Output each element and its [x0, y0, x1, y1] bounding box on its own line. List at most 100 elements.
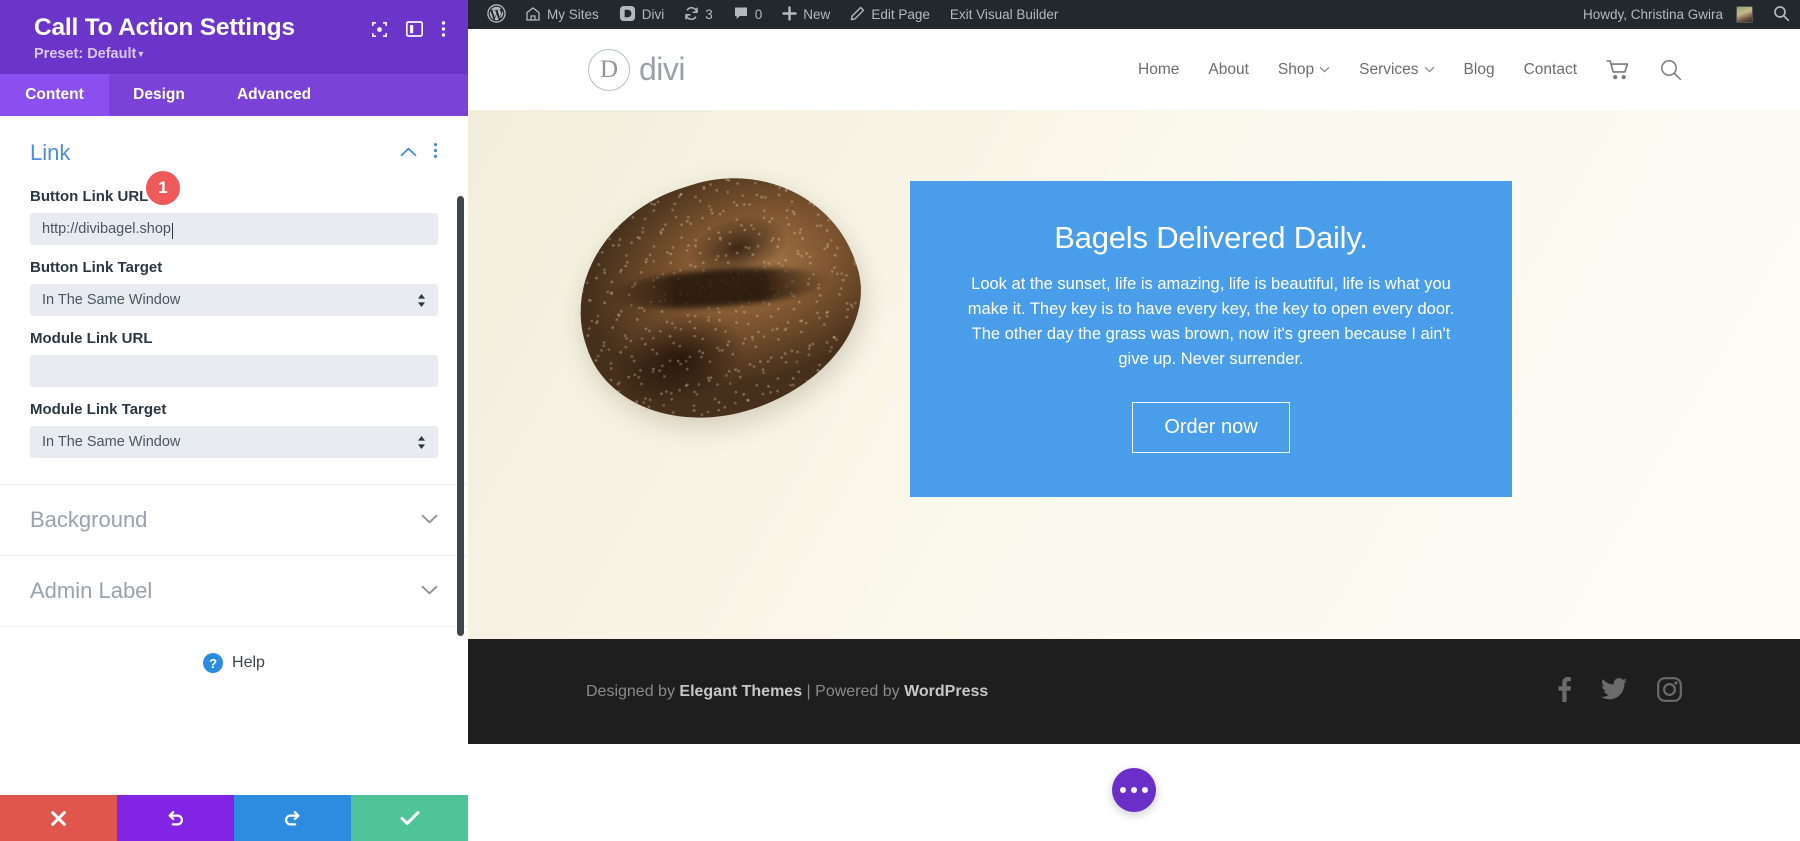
select-module-link-target-value: In The Same Window — [42, 434, 180, 450]
save-button[interactable] — [351, 795, 468, 841]
more-horizontal-icon-dot — [1131, 787, 1137, 793]
search-icon[interactable] — [1660, 59, 1682, 81]
admin-bar-exit-visual-builder[interactable]: Exit Visual Builder — [940, 0, 1069, 29]
nav-item-services[interactable]: Services — [1359, 61, 1434, 79]
admin-bar-updates-count: 3 — [705, 7, 713, 22]
site-logo[interactable]: D divi — [588, 49, 685, 91]
wordpress-logo-icon — [487, 4, 506, 26]
preset-selector[interactable]: Preset: Default▼ — [34, 46, 295, 62]
more-vertical-icon[interactable] — [441, 20, 446, 38]
settings-body: Link Button Link URL 1 http://divibagel.… — [0, 116, 468, 795]
admin-bar-new[interactable]: New — [772, 0, 840, 29]
chevron-down-icon — [1424, 66, 1435, 73]
cancel-button[interactable] — [0, 795, 117, 841]
updates-icon — [684, 6, 699, 24]
builder-menu-fab[interactable] — [1112, 768, 1156, 812]
input-module-link-url[interactable] — [30, 355, 438, 387]
chevron-down-icon: ▼ — [136, 49, 145, 59]
site-footer: Designed by Elegant Themes | Powered by … — [468, 639, 1800, 744]
section-title-background: Background — [30, 507, 147, 533]
pencil-icon — [850, 6, 865, 24]
admin-bar-edit-page[interactable]: Edit Page — [840, 0, 940, 29]
input-button-link-url-value: http://divibagel.shop — [42, 221, 171, 237]
divi-logo-mark-icon: D — [588, 49, 630, 91]
more-horizontal-icon-dot — [1142, 787, 1148, 793]
cta-title: Bagels Delivered Daily. — [958, 219, 1464, 256]
nav-item-about[interactable]: About — [1208, 61, 1249, 79]
spinner-up-down-icon — [417, 436, 426, 449]
nav-item-shop-label: Shop — [1278, 61, 1314, 79]
input-button-link-url[interactable]: http://divibagel.shop — [30, 213, 438, 245]
field-button-link-url: Button Link URL 1 http://divibagel.shop — [0, 188, 468, 245]
admin-bar-comments-count: 0 — [755, 7, 763, 22]
facebook-icon[interactable] — [1558, 677, 1571, 707]
chevron-down-icon[interactable] — [421, 511, 438, 529]
admin-bar-updates[interactable]: 3 — [674, 0, 723, 29]
help-button[interactable]: ? Help — [0, 627, 468, 673]
site-logo-text: divi — [639, 51, 685, 88]
instagram-icon[interactable] — [1657, 677, 1682, 707]
chevron-down-icon[interactable] — [421, 582, 438, 600]
tab-content[interactable]: Content — [0, 74, 109, 116]
nav-item-home-label: Home — [1138, 61, 1179, 79]
nav-item-blog[interactable]: Blog — [1464, 61, 1495, 79]
footer-designed-by-link[interactable]: Elegant Themes — [679, 683, 802, 700]
nav-item-shop[interactable]: Shop — [1278, 61, 1330, 79]
footer-separator: | — [802, 683, 815, 700]
site-navigation: Home About Shop Services Blog Contact — [1138, 59, 1800, 81]
footer-powered-by-prefix: Powered by — [815, 683, 904, 700]
bagel-image — [549, 144, 889, 452]
layout-panel-icon[interactable] — [406, 21, 423, 37]
admin-bar-exit-visual-builder-label: Exit Visual Builder — [950, 7, 1059, 22]
nav-item-services-label: Services — [1359, 61, 1418, 79]
settings-action-bar — [0, 795, 468, 841]
admin-bar-divi[interactable]: Divi — [609, 0, 675, 29]
undo-button[interactable] — [117, 795, 234, 841]
admin-bar-comments[interactable]: 0 — [723, 0, 773, 29]
admin-bar-my-sites[interactable]: My Sites — [515, 0, 609, 29]
label-module-link-url: Module Link URL — [30, 330, 153, 347]
admin-bar-divi-label: Divi — [642, 7, 665, 22]
select-module-link-target[interactable]: In The Same Window — [30, 426, 438, 458]
call-to-action-module[interactable]: Bagels Delivered Daily. Look at the suns… — [910, 181, 1512, 497]
nav-item-home[interactable]: Home — [1138, 61, 1179, 79]
admin-bar-right: Howdy, Christina Gwira — [1573, 0, 1800, 29]
wordpress-admin-bar: My Sites Divi 3 0 — [468, 0, 1800, 29]
cart-icon[interactable] — [1606, 59, 1631, 81]
twitter-icon[interactable] — [1601, 678, 1627, 705]
section-more-vertical-icon[interactable] — [433, 142, 438, 164]
section-header-background[interactable]: Background — [0, 485, 468, 555]
cta-order-now-button[interactable]: Order now — [1132, 402, 1289, 453]
visual-builder-screen: Call To Action Settings Preset: Default▼ — [0, 0, 1800, 841]
tab-advanced[interactable]: Advanced — [209, 74, 339, 116]
avatar — [1736, 6, 1753, 23]
admin-bar-account[interactable]: Howdy, Christina Gwira — [1573, 0, 1763, 29]
nav-item-blog-label: Blog — [1464, 61, 1495, 79]
sites-icon — [525, 6, 541, 24]
label-button-link-url: Button Link URL — [30, 188, 148, 205]
footer-designed-by-prefix: Designed by — [586, 683, 679, 700]
focus-icon[interactable] — [371, 21, 388, 38]
page-preview: My Sites Divi 3 0 — [468, 0, 1800, 841]
nav-item-contact-label: Contact — [1524, 61, 1577, 79]
redo-button[interactable] — [234, 795, 351, 841]
select-button-link-target[interactable]: In The Same Window — [30, 284, 438, 316]
label-button-link-target: Button Link Target — [30, 259, 162, 276]
section-title-admin-label: Admin Label — [30, 578, 152, 604]
section-header-admin-label[interactable]: Admin Label — [0, 556, 468, 626]
admin-bar-wordpress-logo[interactable] — [478, 0, 515, 29]
comments-icon — [733, 6, 749, 24]
chevron-down-icon — [1319, 66, 1330, 73]
section-header-link[interactable]: Link — [0, 116, 468, 174]
preset-label: Preset: Default — [34, 46, 136, 62]
tab-design[interactable]: Design — [109, 74, 209, 116]
admin-bar-search[interactable] — [1763, 0, 1800, 29]
select-button-link-target-value: In The Same Window — [42, 292, 180, 308]
admin-bar-new-label: New — [803, 7, 830, 22]
builder-footer-area — [468, 744, 1800, 841]
nav-item-contact[interactable]: Contact — [1524, 61, 1577, 79]
chevron-up-icon[interactable] — [400, 144, 417, 162]
footer-powered-by-link[interactable]: WordPress — [904, 683, 988, 700]
search-icon — [1773, 5, 1790, 25]
panel-scrollbar[interactable] — [457, 196, 464, 636]
